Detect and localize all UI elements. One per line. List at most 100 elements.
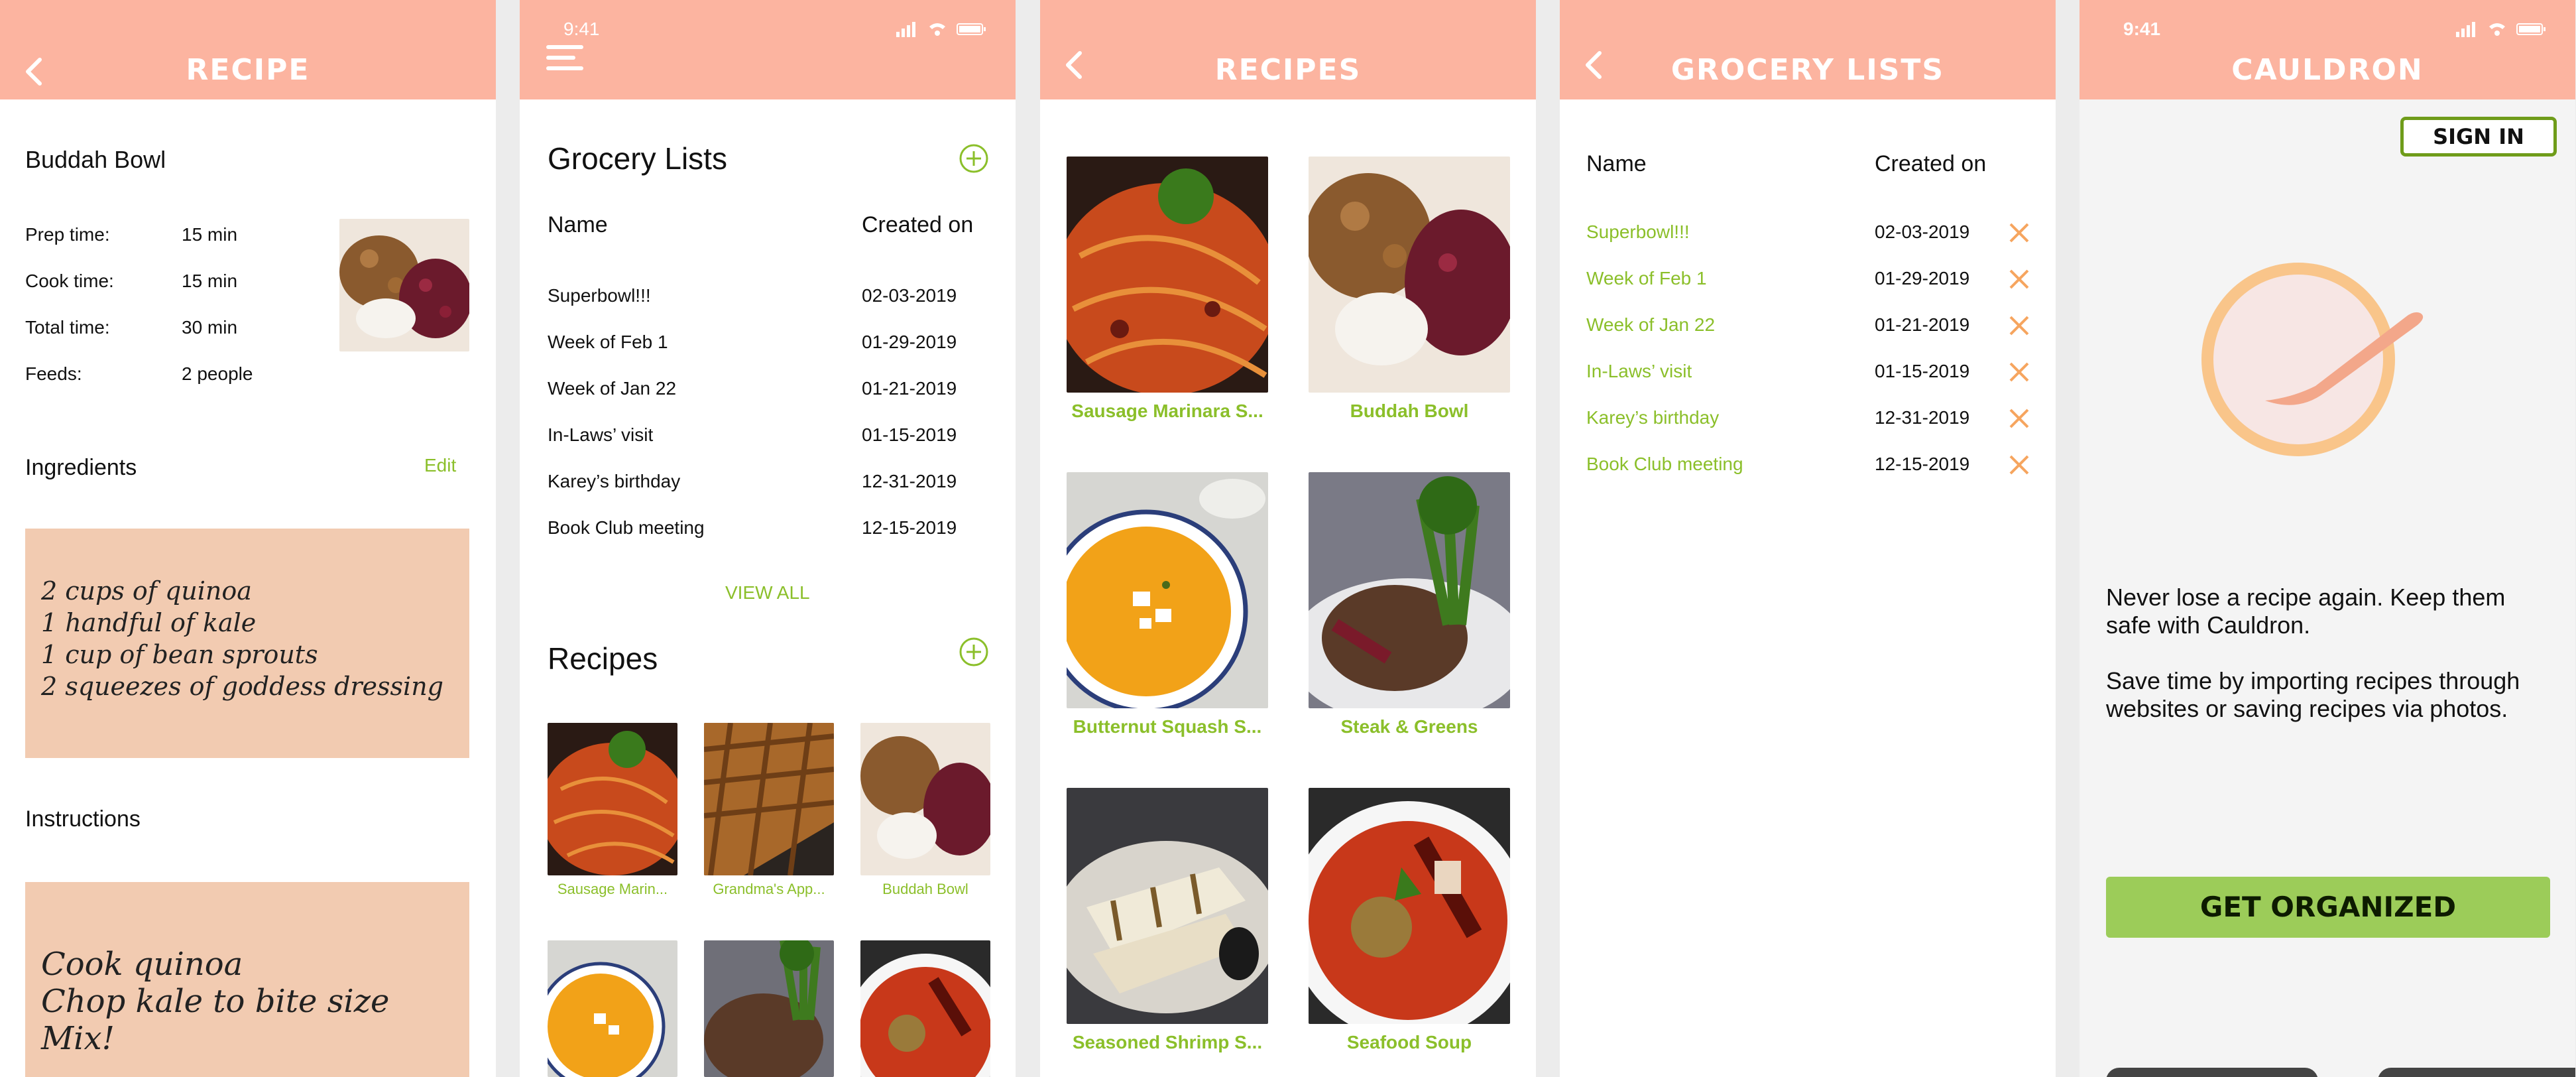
header: GROCERY LISTS [1560, 0, 2056, 99]
delete-x-icon[interactable] [2008, 222, 2030, 244]
list-item-date: 12-31-2019 [862, 471, 957, 491]
bottom-button[interactable] [2378, 1068, 2575, 1077]
recipe-tile-photo[interactable] [860, 940, 990, 1077]
list-item-date: 02-03-2019 [862, 285, 957, 306]
list-item-name[interactable]: Karey’s birthday [548, 471, 680, 492]
recipe-tile-photo[interactable] [548, 940, 677, 1077]
note-line: 2 squeezes of goddess dressing [41, 672, 443, 701]
list-item-name[interactable]: Book Club meeting [1586, 454, 1743, 475]
app-title: CAULDRON [2231, 53, 2424, 87]
list-item-name[interactable]: Week of Jan 22 [1586, 314, 1715, 336]
recipe-tile-label: Buddah Bowl [1350, 401, 1469, 421]
intro-paragraph: Save time by importing recipes through w… [2106, 667, 2520, 722]
header-title: GROCERY LISTS [1670, 53, 1945, 87]
cauldron-logo-icon [2201, 263, 2424, 456]
note-line: Mix! [41, 1020, 115, 1057]
recipe-tile-photo[interactable] [704, 940, 834, 1077]
detail-value: 15 min [182, 271, 238, 291]
get-organized-button[interactable]: GET ORGANIZED [2106, 877, 2550, 938]
list-item-date: 01-15-2019 [862, 424, 957, 445]
instructions-note-photo: Cook quinoa Chop kale to bite size Mix! [25, 882, 469, 1077]
instructions-heading: Instructions [25, 806, 141, 832]
list-item-name[interactable]: Week of Feb 1 [1586, 268, 1707, 289]
recipe-tile-label: Butternut Squash S... [1073, 716, 1262, 737]
list-item-name[interactable]: Week of Jan 22 [548, 378, 676, 399]
bottom-button[interactable] [2106, 1068, 2318, 1077]
detail-label: Total time: [25, 317, 110, 338]
detail-value: 30 min [182, 317, 238, 338]
delete-x-icon[interactable] [2008, 268, 2030, 290]
list-item-date: 12-31-2019 [1875, 407, 1970, 428]
status-icons [2456, 22, 2546, 37]
recipe-tile-photo[interactable] [1309, 157, 1510, 393]
note-line: Chop kale to bite size [41, 983, 390, 1020]
recipe-screen: RECIPE Buddah Bowl Prep time: 15 min Coo… [0, 0, 496, 1077]
col-created: Created on [1875, 151, 1987, 176]
list-item-name[interactable]: Karey’s birthday [1586, 407, 1719, 428]
delete-x-icon[interactable] [2008, 361, 2030, 383]
recipe-tile-label: Sausage Marinara S... [1071, 401, 1263, 421]
recipe-tile-photo[interactable] [548, 723, 677, 875]
note-line: 1 handful of kale [41, 608, 257, 637]
header: 9:41 [520, 0, 1016, 99]
recipe-tile-photo[interactable] [1067, 788, 1268, 1024]
list-item-date: 01-29-2019 [862, 332, 957, 352]
list-item-name[interactable]: Superbowl!!! [548, 285, 651, 306]
recipe-photo [339, 219, 469, 351]
list-item-name[interactable]: In-Laws’ visit [1586, 361, 1692, 382]
detail-label: Cook time: [25, 271, 114, 291]
recipe-name: Buddah Bowl [25, 146, 166, 173]
recipe-tile-label: Seafood Soup [1346, 1032, 1472, 1052]
edit-link[interactable]: Edit [424, 455, 456, 476]
detail-label: Prep time: [25, 224, 110, 245]
add-recipe-icon[interactable] [959, 637, 989, 667]
recipe-tile-label: Buddah Bowl [882, 881, 968, 897]
header: RECIPE [0, 0, 496, 99]
menu-icon[interactable] [546, 45, 587, 74]
header: RECIPES [1040, 0, 1536, 99]
list-item-date: 12-15-2019 [1875, 454, 1970, 474]
detail-value: 15 min [182, 224, 238, 245]
header-title: RECIPES [1214, 53, 1362, 87]
delete-x-icon[interactable] [2008, 314, 2030, 337]
recipes-heading: Recipes [548, 641, 658, 676]
recipe-tile-label: Sausage Marin... [557, 881, 668, 897]
delete-x-icon[interactable] [2008, 407, 2030, 430]
recipe-tile-photo[interactable] [704, 723, 834, 875]
recipe-tile-label: Seasoned Shrimp S... [1072, 1032, 1263, 1052]
intro-paragraph: Never lose a recipe again. Keep them saf… [2106, 584, 2506, 639]
recipe-tile-photo[interactable] [1067, 157, 1268, 393]
list-item-date: 12-15-2019 [862, 517, 957, 538]
ingredients-note-photo: 2 cups of quinoa 1 handful of kale 1 cup… [25, 529, 469, 758]
recipe-tile-photo[interactable] [860, 723, 990, 875]
col-name: Name [548, 212, 608, 237]
list-item-name[interactable]: Superbowl!!! [1586, 222, 1690, 243]
list-item-date: 01-21-2019 [862, 378, 957, 399]
recipe-tile-label: Steak & Greens [1340, 716, 1478, 737]
recipe-tile-photo[interactable] [1067, 472, 1268, 708]
list-item-name[interactable]: Book Club meeting [548, 517, 705, 538]
recipe-tile-photo[interactable] [1309, 788, 1510, 1024]
add-grocery-list-icon[interactable] [959, 143, 989, 174]
detail-label: Feeds: [25, 363, 82, 384]
recipe-tile-label: Grandma's App... [713, 881, 825, 897]
recipe-tile-photo[interactable] [1309, 472, 1510, 708]
delete-x-icon[interactable] [2008, 454, 2030, 476]
splash-screen: 9:41 CAULDRON SIGN IN Never lose a recip… [2079, 0, 2575, 1077]
header-title: RECIPE [186, 53, 310, 87]
recipes-screen: RECIPES Sausage Marinara S... Buddah Bow… [1040, 0, 1536, 1077]
sign-in-button[interactable]: SIGN IN [2400, 117, 2557, 157]
status-time: 9:41 [2123, 19, 2161, 39]
list-item-date: 02-03-2019 [1875, 222, 1970, 242]
list-item-date: 01-29-2019 [1875, 268, 1970, 288]
list-item-name[interactable]: In-Laws’ visit [548, 424, 653, 446]
note-line: 1 cup of bean sprouts [41, 640, 318, 669]
view-all-link[interactable]: VIEW ALL [725, 582, 810, 603]
status-icons [896, 22, 986, 37]
list-item-date: 01-15-2019 [1875, 361, 1970, 381]
list-item-name[interactable]: Week of Feb 1 [548, 332, 668, 353]
detail-value: 2 people [182, 363, 253, 384]
home-screen: 9:41 Grocery Lists Name Created on Super… [520, 0, 1016, 1077]
list-item-date: 01-21-2019 [1875, 314, 1970, 335]
note-line: Cook quinoa [41, 946, 243, 983]
